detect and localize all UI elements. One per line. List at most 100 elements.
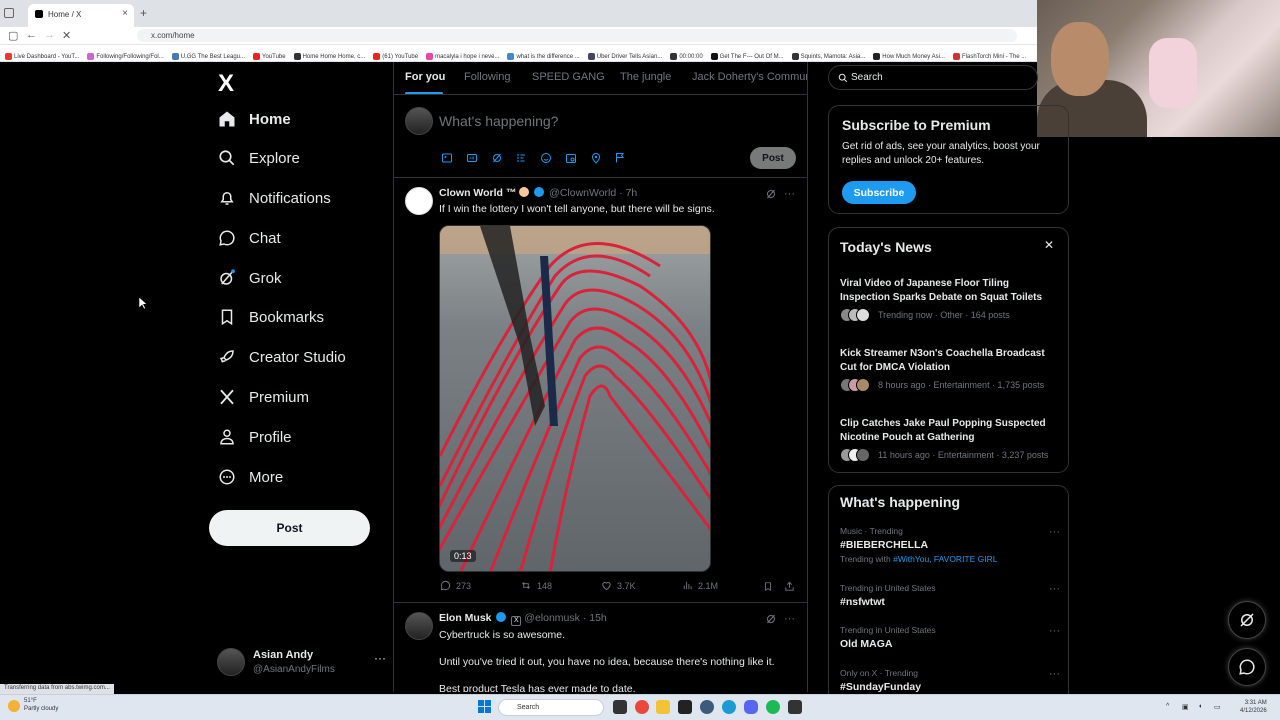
tweet[interactable]: Clown World ™ @ClownWorld · 7h ··· If I … bbox=[394, 178, 807, 602]
taskbar-search[interactable]: Search bbox=[498, 699, 604, 716]
post-button[interactable]: Post bbox=[209, 510, 370, 546]
steam-icon[interactable] bbox=[700, 700, 714, 714]
sidebar-item-bookmarks[interactable]: Bookmarks bbox=[218, 302, 324, 332]
sidebar-item-profile[interactable]: Profile bbox=[218, 422, 292, 452]
sidebar-item-grok[interactable]: Grok bbox=[218, 263, 282, 293]
telegram-icon[interactable] bbox=[722, 700, 736, 714]
sidebar-item-chat[interactable]: Chat bbox=[218, 223, 281, 253]
compose-post-button[interactable]: Post bbox=[750, 147, 796, 169]
tray-chevron-icon[interactable]: ^ bbox=[1166, 703, 1169, 710]
address-bar[interactable]: x.com/home bbox=[137, 29, 1017, 42]
system-clock[interactable]: 3:31 AM 4/12/2026 bbox=[1240, 699, 1267, 716]
location-icon[interactable] bbox=[590, 152, 602, 164]
browser-tab[interactable]: Home / X × bbox=[28, 4, 134, 27]
news-item[interactable]: Clip Catches Jake Paul Popping Suspected… bbox=[840, 417, 1060, 462]
flag-icon[interactable] bbox=[614, 152, 626, 164]
bookmark-item[interactable]: FlashTorch Mini - The ... bbox=[952, 52, 1026, 60]
tweet-author-handle[interactable]: @elonmusk bbox=[524, 612, 580, 624]
tweet-author-name[interactable]: Clown World ™ bbox=[439, 187, 516, 199]
obs-icon[interactable] bbox=[788, 700, 802, 714]
bookmark-item[interactable]: (61) YouTube bbox=[373, 52, 418, 60]
bookmark-icon[interactable] bbox=[763, 581, 773, 592]
bookmark-item[interactable]: macalyla i hope i neve... bbox=[426, 52, 499, 60]
new-tab-button[interactable]: + bbox=[140, 6, 147, 20]
bookmark-item[interactable]: Get The F--- Out Of M... bbox=[710, 52, 784, 60]
volume-icon[interactable]: ◖ bbox=[1198, 703, 1202, 710]
tab-the-jungle[interactable]: The jungle bbox=[620, 71, 671, 83]
trend-more-icon[interactable]: ··· bbox=[1049, 625, 1060, 637]
x-logo-icon[interactable]: X bbox=[218, 70, 234, 98]
tweet[interactable]: Elon Musk X @elonmusk · 15h ··· Cybertru… bbox=[394, 603, 807, 692]
bookmark-item[interactable]: Home Home Home, c... bbox=[293, 52, 365, 60]
chrome-icon[interactable] bbox=[635, 700, 649, 714]
tab-speed-gang[interactable]: SPEED GANG bbox=[532, 71, 605, 83]
battery-icon[interactable]: ▭ bbox=[1214, 703, 1221, 711]
grok-float-button[interactable] bbox=[1228, 601, 1266, 639]
sidebar-item-creator-studio[interactable]: Creator Studio bbox=[218, 342, 346, 372]
repost-button[interactable]: 148 bbox=[520, 580, 552, 591]
sidebar-item-premium[interactable]: Premium bbox=[218, 382, 309, 412]
news-item[interactable]: Viral Video of Japanese Floor Tiling Ins… bbox=[840, 277, 1060, 322]
account-switcher[interactable]: Asian Andy @AsianAndyFilms ··· bbox=[216, 646, 388, 686]
bookmark-item[interactable]: Uber Driver Tells Asian... bbox=[587, 52, 662, 60]
tab-following[interactable]: Following bbox=[464, 71, 510, 83]
tab-for-you[interactable]: For you bbox=[405, 71, 445, 83]
trend-item[interactable]: Trending in United States #nsfwtwt ··· bbox=[840, 583, 1060, 608]
image-icon[interactable] bbox=[441, 152, 453, 164]
x-app-icon[interactable] bbox=[678, 700, 692, 714]
subscribe-button[interactable]: Subscribe bbox=[842, 181, 916, 204]
weather-widget[interactable]: 51°F Partly cloudy bbox=[8, 698, 58, 714]
trend-more-icon[interactable]: ··· bbox=[1049, 583, 1060, 595]
window-menu-icon[interactable] bbox=[4, 8, 14, 18]
spotify-icon[interactable] bbox=[766, 700, 780, 714]
tweet-author-handle[interactable]: @ClownWorld bbox=[549, 187, 616, 199]
stop-icon[interactable]: ✕ bbox=[62, 29, 71, 42]
back-icon[interactable]: ← bbox=[26, 29, 37, 41]
gif-icon[interactable] bbox=[466, 152, 478, 164]
share-icon[interactable] bbox=[784, 581, 795, 592]
compose-input[interactable]: What's happening? bbox=[439, 113, 558, 129]
tweet-more-icon[interactable]: ··· bbox=[784, 188, 795, 200]
trend-item[interactable]: Trending in United States Old MAGA ··· bbox=[840, 625, 1060, 650]
trend-item[interactable]: Only on X · Trending #SundayFunday ··· bbox=[840, 668, 1060, 693]
bookmark-item[interactable]: 00:00:00 bbox=[670, 52, 703, 60]
like-button[interactable]: 3.7K bbox=[601, 580, 636, 591]
bookmark-item[interactable]: How Much Money Asi... bbox=[873, 52, 945, 60]
bookmark-item[interactable]: Squints, Mamota: Asia... bbox=[791, 52, 865, 60]
trend-more-icon[interactable]: ··· bbox=[1049, 668, 1060, 680]
bookmark-item[interactable]: YouTube bbox=[253, 52, 286, 60]
chat-float-button[interactable] bbox=[1228, 648, 1266, 686]
sidebar-item-more[interactable]: More bbox=[218, 462, 283, 492]
tweet-video[interactable]: 0:13 bbox=[439, 225, 711, 572]
search-input[interactable]: Search bbox=[828, 65, 1038, 90]
bookmark-item[interactable]: Live Dashboard - YouT... bbox=[5, 52, 79, 60]
task-view-icon[interactable] bbox=[613, 700, 627, 714]
poll-icon[interactable] bbox=[515, 152, 527, 164]
tweet-more-icon[interactable]: ··· bbox=[784, 613, 795, 625]
grok-icon[interactable] bbox=[491, 152, 503, 164]
grok-icon[interactable] bbox=[765, 613, 777, 625]
bookmark-item[interactable]: U.GG The Best Leagu... bbox=[171, 52, 245, 60]
sidebar-item-explore[interactable]: Explore bbox=[218, 143, 300, 173]
trend-more-icon[interactable]: ··· bbox=[1049, 526, 1060, 538]
reply-button[interactable]: 273 bbox=[440, 580, 471, 591]
trend-item[interactable]: Music · Trending #BIEBERCHELLA Trending … bbox=[840, 526, 1060, 564]
trend-with[interactable]: #WithYou, FAVORITE GIRL bbox=[893, 554, 997, 564]
file-explorer-icon[interactable] bbox=[656, 700, 670, 714]
schedule-icon[interactable] bbox=[565, 152, 577, 164]
grok-icon[interactable] bbox=[765, 188, 777, 200]
emoji-icon[interactable] bbox=[540, 152, 552, 164]
bookmark-item[interactable]: what is the difference ... bbox=[507, 52, 580, 60]
tab-jack-doherty-community[interactable]: Jack Doherty's Commun bbox=[692, 71, 807, 83]
tab-close-icon[interactable]: × bbox=[122, 8, 128, 19]
windows-start-icon[interactable] bbox=[478, 700, 491, 713]
sidebar-item-notifications[interactable]: Notifications bbox=[218, 183, 331, 213]
account-more-icon[interactable]: ··· bbox=[374, 651, 386, 665]
sidebar-toggle-icon[interactable]: ▢ bbox=[8, 29, 18, 42]
tweet-time[interactable]: · 7h bbox=[619, 187, 637, 199]
network-icon[interactable]: ▣ bbox=[1182, 703, 1189, 711]
news-item[interactable]: Kick Streamer N3on's Coachella Broadcast… bbox=[840, 347, 1060, 392]
tweet-author-name[interactable]: Elon Musk bbox=[439, 612, 492, 624]
views-button[interactable]: 2.1M bbox=[682, 580, 718, 591]
tweet-time[interactable]: · 15h bbox=[583, 612, 607, 624]
